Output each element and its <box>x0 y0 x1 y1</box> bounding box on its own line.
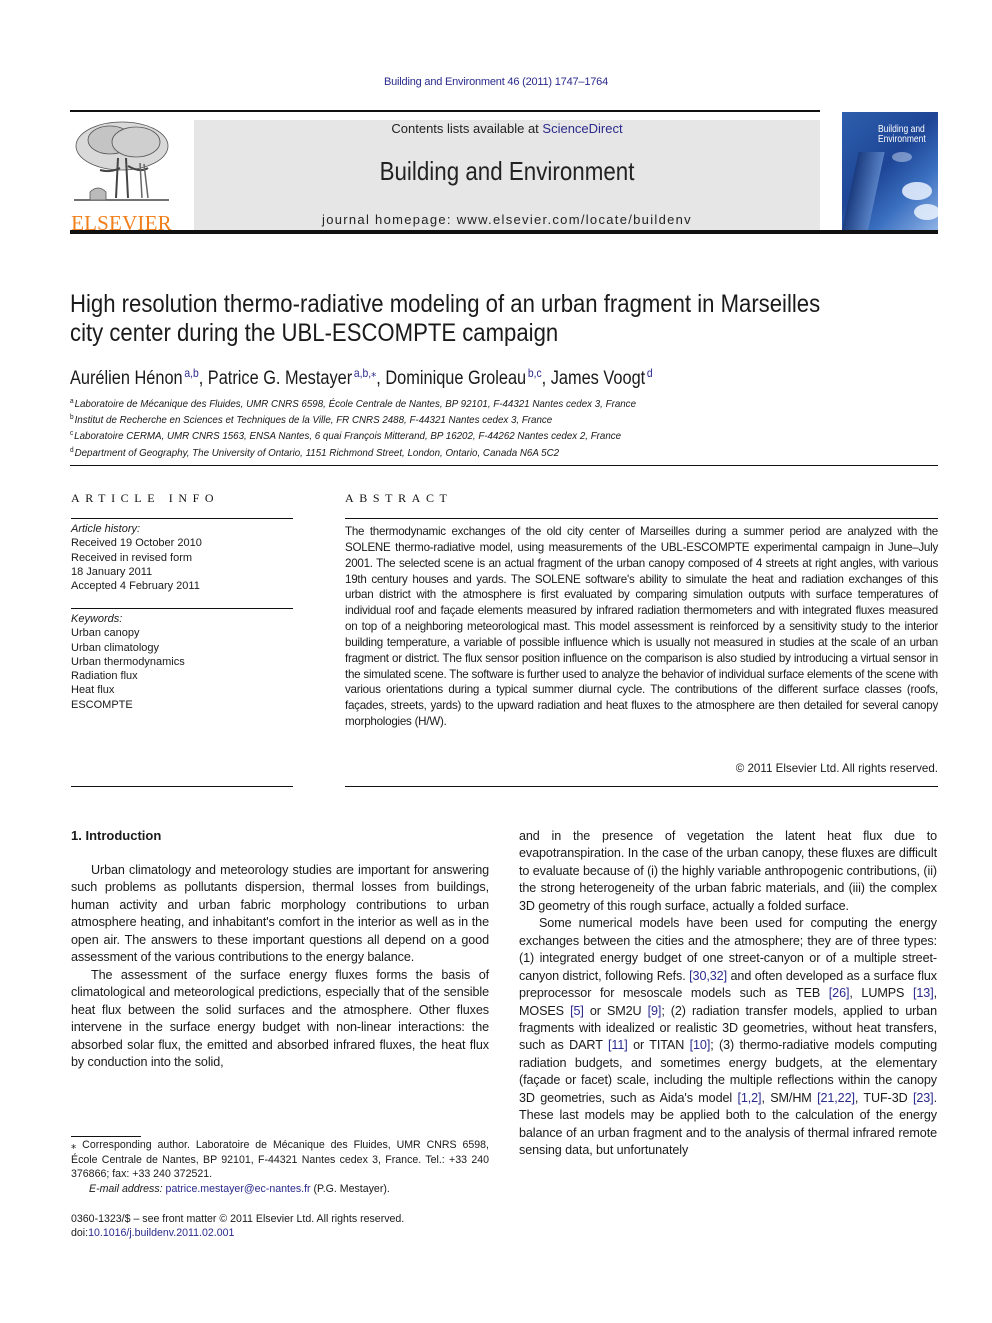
contents-line: Contents lists available at ScienceDirec… <box>194 120 820 137</box>
divider <box>71 608 293 609</box>
history-item: 18 January 2011 <box>71 565 153 578</box>
article-title: High resolution thermo-radiative modelin… <box>70 290 849 348</box>
elsevier-tree-icon <box>74 121 169 201</box>
keyword: Urban climatology <box>71 641 160 654</box>
footnote-rule <box>71 1136 141 1137</box>
keywords: Keywords: Urban canopy Urban climatology… <box>71 612 185 712</box>
header-rule <box>70 110 820 112</box>
cover-building-graphic <box>842 152 885 230</box>
elsevier-logo[interactable]: ELSEVIER <box>70 118 173 234</box>
citation-link[interactable]: [23] <box>913 1091 934 1105</box>
author[interactable]: Patrice G. Mestayer a,b,⁎ <box>208 366 376 389</box>
affiliation: bInstitut de Recherche en Sciences et Te… <box>70 414 553 427</box>
doi-line: doi:10.1016/j.buildenv.2011.02.001 <box>71 1227 235 1240</box>
divider <box>345 518 938 519</box>
citation-link[interactable]: [5] <box>570 1004 584 1018</box>
section-heading: 1. Introduction <box>71 828 162 843</box>
journal-cover-image[interactable]: Building and Environment <box>842 112 938 230</box>
article-info-heading: ARTICLE INFO <box>71 491 220 505</box>
abstract-text: The thermodynamic exchanges of the old c… <box>345 525 938 729</box>
affiliation: aLaboratoire de Mécanique des Fluides, U… <box>70 398 637 410</box>
citation-link[interactable]: [30,32] <box>689 969 727 983</box>
journal-banner: Contents lists available at ScienceDirec… <box>194 120 820 230</box>
issn-line: 0360-1323/$ – see front matter © 2011 El… <box>71 1213 405 1225</box>
keyword: Urban canopy <box>71 627 140 640</box>
abstract-heading: ABSTRACT <box>345 491 453 505</box>
paragraph: Some numerical models have been used for… <box>519 916 937 1158</box>
journal-title: Building and Environment <box>379 156 635 186</box>
journal-citation[interactable]: Building and Environment 46 (2011) 1747–… <box>0 76 992 88</box>
divider <box>345 786 938 787</box>
citation-link[interactable]: [13] <box>913 986 934 1000</box>
affiliation: cLaboratoire CERMA, UMR CNRS 1563, ENSA … <box>70 430 622 443</box>
author[interactable]: James Voogt d <box>551 366 653 389</box>
email-line: E-mail address: patrice.mestayer@ec-nant… <box>89 1182 390 1195</box>
keywords-label: Keywords: <box>71 613 123 625</box>
author-affil-mark[interactable]: b,c <box>528 366 542 380</box>
sciencedirect-link[interactable]: ScienceDirect <box>542 121 622 136</box>
keyword: Urban thermodynamics <box>71 655 185 668</box>
doi-link[interactable]: 10.1016/j.buildenv.2011.02.001 <box>88 1227 234 1239</box>
author-affil-mark[interactable]: a,b,⁎ <box>354 366 376 380</box>
citation-link[interactable]: [9] <box>648 1004 662 1018</box>
divider <box>70 465 938 466</box>
citation-link[interactable]: [1,2] <box>737 1091 761 1105</box>
title-line: city center during the UBL-ESCOMPTE camp… <box>70 319 559 347</box>
cover-title-line: Environment <box>878 134 926 145</box>
citation-link[interactable]: [26] <box>829 986 850 1000</box>
history-item: Accepted 4 February 2011 <box>71 580 200 593</box>
citation-link[interactable]: [11] <box>608 1038 628 1052</box>
corresponding-author-footnote: ⁎ Corresponding author. Laboratoire de M… <box>71 1138 489 1196</box>
keyword: Radiation flux <box>71 670 138 683</box>
citation-link[interactable]: [21,22] <box>817 1091 855 1105</box>
paragraph: The assessment of the surface energy flu… <box>71 967 489 1069</box>
history-label: Article history: <box>71 523 141 535</box>
divider <box>71 786 293 787</box>
affiliation-list: aLaboratoire de Mécanique des Fluides, U… <box>70 395 636 460</box>
header-thick-rule <box>70 230 938 234</box>
cover-cloud <box>902 182 932 200</box>
title-line: High resolution thermo-radiative modelin… <box>70 290 821 318</box>
abstract-copyright: © 2011 Elsevier Ltd. All rights reserved… <box>735 762 938 775</box>
contents-prefix: Contents lists available at <box>391 121 543 136</box>
body-column-right: and in the presence of vegetation the la… <box>519 828 937 1160</box>
footnote-text: ⁎ Corresponding author. Laboratoire de M… <box>71 1139 489 1180</box>
cover-title: Building and Environment <box>878 125 926 145</box>
body-column-left: Urban climatology and meteorology studie… <box>71 862 489 1071</box>
author-list: Aurélien Hénon a,b, Patrice G. Mestayer a,… <box>70 366 653 389</box>
citation-link[interactable]: [10] <box>690 1038 711 1052</box>
author-affil-mark[interactable]: d <box>647 366 653 380</box>
email-link[interactable]: patrice.mestayer@ec-nantes.fr <box>166 1183 311 1195</box>
cover-cloud <box>892 152 912 162</box>
author[interactable]: Aurélien Hénon a,b <box>70 366 199 389</box>
divider <box>71 518 293 519</box>
affiliation: dDepartment of Geography, The University… <box>70 446 560 459</box>
paragraph: and in the presence of vegetation the la… <box>519 829 937 913</box>
journal-homepage[interactable]: journal homepage: www.elsevier.com/locat… <box>194 212 820 227</box>
keyword: Heat flux <box>71 684 115 697</box>
author[interactable]: Dominique Groleau b,c <box>385 366 542 389</box>
article-history: Article history: Received 19 October 201… <box>71 522 202 593</box>
cover-cloud <box>914 204 938 220</box>
history-item: Received in revised form <box>71 551 193 564</box>
paragraph: Urban climatology and meteorology studie… <box>71 863 489 965</box>
keyword: ESCOMPTE <box>71 698 133 711</box>
author-affil-mark[interactable]: a,b <box>184 366 198 380</box>
history-item: Received 19 October 2010 <box>71 537 202 550</box>
front-matter: 0360-1323/$ – see front matter © 2011 El… <box>71 1212 404 1240</box>
